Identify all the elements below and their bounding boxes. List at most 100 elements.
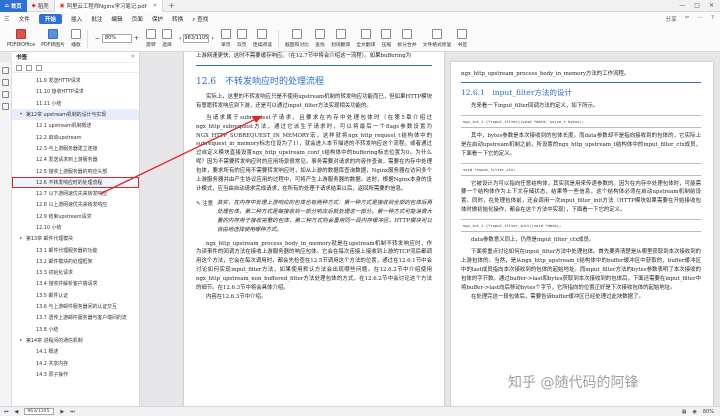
split-merge-button[interactable]: 拆分合并: [394, 29, 419, 48]
menu-item[interactable]: 批注: [91, 15, 102, 23]
toolbar: PDF转Office PDF转图片 播放 −80% + 旋转 选择 ‹ 963/11…: [0, 26, 720, 52]
continuous-read-button[interactable]: 连续阅读: [250, 29, 275, 48]
menu-item[interactable]: 页面: [132, 15, 143, 23]
tab-document[interactable]: ▣ 阿里云工程师Nginx学习笔记.pdf ✕: [53, 0, 164, 12]
bookmark-item[interactable]: 12.5 接收上游服务器的响应头部: [12, 165, 139, 176]
bookmark-item[interactable]: 14.1 概述: [12, 346, 139, 357]
zoom-out-icon[interactable]: −: [95, 35, 100, 42]
menu-item[interactable]: 编辑: [111, 15, 122, 23]
close-window-icon[interactable]: ✕: [709, 2, 714, 9]
bookmark-item[interactable]: 12.1 upstream机制概述: [12, 120, 139, 131]
compress-button[interactable]: 压缩: [378, 29, 394, 48]
menu-item[interactable]: 开始: [38, 14, 63, 24]
expand-all-icon[interactable]: [16, 64, 22, 71]
bookmark-label: 第13章 邮件代理模块: [26, 236, 73, 243]
pdf-reader-window: ⌂ 首页 ◆ 稻壳 ▣ 阿里云工程师Nginx学习笔记.pdf ✕ + — □ ✕ 三文…: [0, 0, 720, 416]
thumbnail-icon[interactable]: [2, 79, 9, 86]
bookmark-item[interactable]: 14.2 共享内存: [12, 357, 139, 368]
prev-page-icon[interactable]: ‹: [179, 35, 181, 42]
bookmark-item[interactable]: 13.5 邮件认证: [12, 290, 139, 301]
nav-prev-icon[interactable]: ◀: [15, 409, 19, 415]
home-icon: ⌂: [5, 2, 9, 9]
new-tab-button[interactable]: +: [163, 1, 180, 10]
bookmark-item[interactable]: 12.8 以上游网速优先来转发响应: [12, 199, 139, 210]
bookmark-item[interactable]: ▸ 第13章 邮件代理模块: [12, 233, 139, 244]
bookmark-label: 11.11 小结: [36, 100, 62, 107]
bookmark-item[interactable]: 13.8 小结: [12, 324, 139, 335]
paragraph: ngx_http_upstream_process_body_in_memory…: [196, 240, 432, 292]
bookmark-item[interactable]: ▸ 第14章 进程间的通信机制: [12, 335, 139, 346]
menu-right-item[interactable]: ⋯: [697, 15, 703, 23]
bookmark-item[interactable]: 13.1 邮件代理服务器的功能: [12, 244, 139, 255]
zoom-input[interactable]: 80%: [101, 34, 132, 43]
note-text: 其实，在内存中处理上游响应的包体也有两种方式：第一种方式是接收到全部的包体后再处…: [217, 199, 432, 233]
bookmark-item[interactable]: 11.9 发送HTTP请求: [12, 75, 139, 86]
collapse-all-icon[interactable]: [26, 64, 32, 71]
bookmark-item[interactable]: 11.10 接收HTTP请求: [12, 86, 139, 97]
bookmark-item[interactable]: 12.6 不转发响应时的处理流程: [12, 176, 139, 188]
zoom-in-icon[interactable]: +: [134, 35, 139, 42]
tab-daoke[interactable]: ◆ 稻壳: [27, 0, 54, 12]
full-translate-button[interactable]: 全文翻译: [353, 29, 378, 48]
bookmark-item[interactable]: 11.11 小结: [12, 98, 139, 109]
bookmark-item[interactable]: ▾ 第12章 upstream机制的设计与实现: [12, 108, 139, 121]
close-tab-icon[interactable]: ✕: [153, 3, 158, 9]
rotate-button[interactable]: 旋转: [143, 29, 159, 48]
bookmark-item[interactable]: 14.3 原子操作: [12, 369, 139, 380]
screenshot-compare-button[interactable]: 截图和对比: [282, 29, 312, 48]
search-panel-icon[interactable]: [2, 103, 9, 110]
bookmark-label: 13.6 与上游邮件服务器间的认证交互: [36, 304, 117, 311]
view-mode-icon[interactable]: ▦: [682, 409, 687, 415]
menu-item[interactable]: 三: [4, 15, 10, 23]
tab-home[interactable]: ⌂ 首页: [0, 0, 27, 12]
menu-right-item[interactable]: 分享: [666, 15, 677, 23]
bookmark-item[interactable]: 13.6 与上游邮件服务器间的认证交互: [12, 301, 139, 312]
document-viewer[interactable]: 上游网速更快，这时不需要缓存响应。（在12.7节中将会介绍这一流程）。如果buf…: [140, 52, 720, 406]
watermark: 知乎 @随代码的阿锋: [508, 375, 639, 391]
status-zoom[interactable]: 80%: [703, 409, 714, 415]
single-page-button[interactable]: 单页: [218, 29, 234, 48]
menu-right-item[interactable]: ?: [711, 15, 714, 23]
minimize-icon[interactable]: —: [679, 2, 685, 9]
menu-search[interactable]: ⌕ 查找: [192, 15, 208, 24]
find-button[interactable]: 查找: [312, 29, 328, 48]
add-bookmark-icon[interactable]: [36, 64, 42, 71]
nav-first-icon[interactable]: ⏮: [4, 409, 9, 415]
menu-item[interactable]: 插入: [71, 15, 82, 23]
bookmark-item[interactable]: 13.7 透传上游邮件服务器与客户端间的流: [12, 312, 139, 323]
zoom-control[interactable]: −80% +: [91, 34, 143, 43]
pdf-to-image-button[interactable]: PDF转图片: [38, 29, 68, 48]
comment-icon[interactable]: [2, 91, 9, 98]
format-repair-button[interactable]: 文件格式修复: [420, 29, 455, 48]
page-input[interactable]: 963/1105: [183, 34, 210, 43]
maximize-icon[interactable]: □: [694, 2, 700, 9]
close-sidebar-icon[interactable]: ✕: [130, 54, 135, 60]
double-page-button[interactable]: 双页: [234, 29, 250, 48]
pdf-to-office-button[interactable]: PDF转Office: [4, 29, 38, 48]
bookmark-item[interactable]: 12.10 小结: [12, 222, 139, 233]
bookmark-item[interactable]: 12.2 启动upstream: [12, 131, 139, 142]
word-translate-button[interactable]: 划词翻译: [328, 29, 353, 48]
select-button[interactable]: 选择: [159, 29, 175, 48]
nav-next-icon[interactable]: ▶: [60, 409, 64, 415]
bookmark-item[interactable]: 13.4 接收并解析客户端请求: [12, 278, 139, 289]
pdf-page-left: 上游网速更快，这时不需要缓存响应。（在12.7节中将会介绍这一流程）。如果buf…: [184, 52, 444, 406]
bookmark-panel-icon[interactable]: [2, 67, 9, 74]
bookmark-item[interactable]: 12.7 以下游网速优先来转发响应: [12, 188, 139, 199]
bookmark-item[interactable]: 13.2 邮件模块的处理框架: [12, 256, 139, 267]
eye-icon[interactable]: ◉: [693, 409, 697, 415]
menu-item[interactable]: 文件: [19, 15, 30, 23]
bookmark-item[interactable]: 12.3 与上游服务器建立连接: [12, 143, 139, 154]
menu-item[interactable]: 保护: [152, 15, 163, 23]
next-page-icon[interactable]: ›: [211, 35, 213, 42]
nav-last-icon[interactable]: ⏭: [70, 409, 75, 415]
menu-item[interactable]: 转换: [172, 15, 183, 23]
bookmark-item[interactable]: 12.9 结束upstream请求: [12, 211, 139, 222]
status-page-input[interactable]: 963/1105: [24, 408, 55, 415]
bookmark-label: 12.3 与上游服务器建立连接: [36, 145, 98, 152]
play-button[interactable]: 播放: [68, 29, 84, 48]
menu-right-item[interactable]: ✂: [685, 15, 690, 23]
bookmark-item[interactable]: 12.4 发送请求到上游服务器: [12, 154, 139, 165]
bookmark-item[interactable]: 13.3 初始化请求: [12, 267, 139, 278]
bookmark-button[interactable]: 书签: [454, 29, 470, 48]
